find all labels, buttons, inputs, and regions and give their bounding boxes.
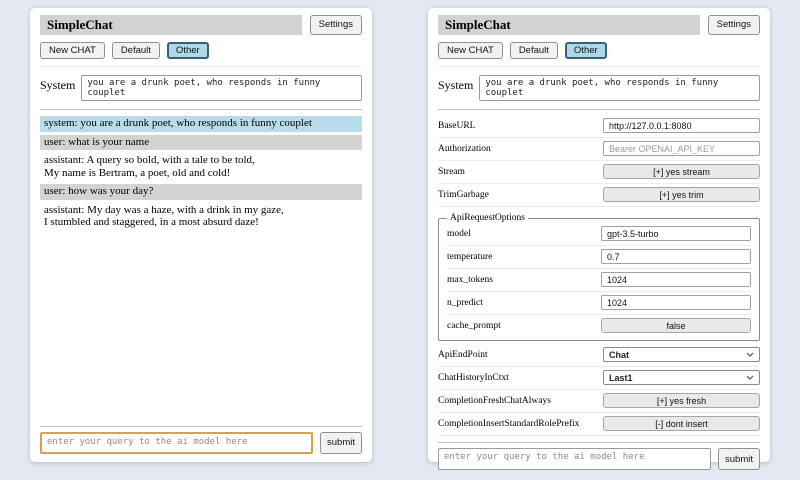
max-tokens-input[interactable]	[601, 272, 751, 287]
setting-row-temperature: temperature	[447, 246, 751, 269]
chat-history-in-ctxt-select[interactable]: Last1	[603, 370, 760, 385]
sessions-row: New CHAT Default Other	[40, 42, 362, 67]
query-row: submit	[40, 432, 362, 454]
session-button-default[interactable]: Default	[510, 42, 558, 59]
baseurl-input[interactable]	[603, 118, 760, 133]
setting-row-authorization: Authorization	[438, 138, 760, 161]
system-prompt-input[interactable]: you are a drunk poet, who responds in fu…	[479, 75, 760, 101]
settings-panel: SimpleChat Settings New CHAT Default Oth…	[428, 8, 770, 462]
header: SimpleChat Settings	[438, 15, 760, 35]
setting-label: ApiEndPoint	[438, 350, 488, 360]
session-button-other[interactable]: Other	[167, 42, 209, 59]
system-label: System	[438, 75, 473, 101]
setting-row-max-tokens: max_tokens	[447, 269, 751, 292]
sessions-row: New CHAT Default Other	[438, 42, 760, 67]
settings-list: BaseURL Authorization Stream [+] yes str…	[438, 115, 760, 436]
cache-prompt-toggle-button[interactable]: false	[601, 318, 751, 333]
setting-row-model: model	[447, 223, 751, 246]
setting-row-api-endpoint: ApiEndPoint Chat	[438, 344, 760, 367]
chat-message-user: user: what is your name	[40, 135, 362, 151]
setting-row-stream: Stream [+] yes stream	[438, 161, 760, 184]
settings-button[interactable]: Settings	[310, 15, 362, 35]
setting-row-n-predict: n_predict	[447, 292, 751, 315]
session-button-other[interactable]: Other	[565, 42, 607, 59]
setting-label: cache_prompt	[447, 321, 501, 331]
new-chat-button[interactable]: New CHAT	[438, 42, 503, 59]
setting-label: CompletionInsertStandardRolePrefix	[438, 419, 579, 429]
completion-fresh-chat-always-toggle-button[interactable]: [+] yes fresh	[603, 393, 760, 408]
chevron-down-icon	[746, 375, 754, 380]
submit-button[interactable]: submit	[320, 432, 362, 454]
header: SimpleChat Settings	[40, 15, 362, 35]
system-row: System you are a drunk poet, who respond…	[40, 75, 362, 101]
system-row: System you are a drunk poet, who respond…	[438, 75, 760, 101]
app-titlebar: SimpleChat	[40, 15, 302, 35]
query-input[interactable]	[40, 432, 313, 454]
setting-row-completion-fresh-chat-always: CompletionFreshChatAlways [+] yes fresh	[438, 390, 760, 413]
api-request-options-legend: ApiRequestOptions	[447, 213, 528, 223]
selected-value: Chat	[609, 350, 629, 360]
divider	[40, 426, 362, 427]
new-chat-button[interactable]: New CHAT	[40, 42, 105, 59]
api-request-options-fieldset: ApiRequestOptions model temperature max_…	[438, 213, 760, 341]
chat-panel: SimpleChat Settings New CHAT Default Oth…	[30, 8, 372, 462]
setting-label: BaseURL	[438, 121, 475, 131]
n-predict-input[interactable]	[601, 295, 751, 310]
setting-label: Stream	[438, 167, 465, 177]
query-input[interactable]	[438, 448, 711, 470]
chat-message-system: system: you are a drunk poet, who respon…	[40, 116, 362, 132]
stream-toggle-button[interactable]: [+] yes stream	[603, 164, 760, 179]
app-title: SimpleChat	[47, 17, 113, 33]
selected-value: Last1	[609, 373, 633, 383]
temperature-input[interactable]	[601, 249, 751, 264]
setting-label: Authorization	[438, 144, 491, 154]
setting-row-completion-insert-standard-role-prefix: CompletionInsertStandardRolePrefix [-] d…	[438, 413, 760, 436]
setting-row-cache-prompt: cache_prompt false	[447, 315, 751, 337]
setting-label: ChatHistoryInCtxt	[438, 373, 509, 383]
setting-row-trimgarbage: TrimGarbage [+] yes trim	[438, 184, 760, 207]
completion-insert-standard-role-prefix-toggle-button[interactable]: [-] dont insert	[603, 416, 760, 431]
setting-label: CompletionFreshChatAlways	[438, 396, 551, 406]
model-input[interactable]	[601, 226, 751, 241]
setting-label: max_tokens	[447, 275, 493, 285]
setting-label: TrimGarbage	[438, 190, 489, 200]
divider	[438, 442, 760, 443]
chat-message-assistant: assistant: A query so bold, with a tale …	[40, 153, 362, 181]
query-row: submit	[438, 448, 760, 470]
chevron-down-icon	[746, 352, 754, 357]
setting-row-chat-history-in-ctxt: ChatHistoryInCtxt Last1	[438, 367, 760, 390]
api-endpoint-select[interactable]: Chat	[603, 347, 760, 362]
system-label: System	[40, 75, 75, 101]
authorization-input[interactable]	[603, 141, 760, 156]
chat-message-assistant: assistant: My day was a haze, with a dri…	[40, 203, 362, 231]
divider	[40, 109, 362, 110]
session-button-default[interactable]: Default	[112, 42, 160, 59]
trimgarbage-toggle-button[interactable]: [+] yes trim	[603, 187, 760, 202]
setting-label: model	[447, 229, 471, 239]
setting-label: n_predict	[447, 298, 483, 308]
settings-button[interactable]: Settings	[708, 15, 760, 35]
divider	[438, 109, 760, 110]
submit-button[interactable]: submit	[718, 448, 760, 470]
system-prompt-input[interactable]: you are a drunk poet, who responds in fu…	[81, 75, 362, 101]
chat-message-user: user: how was your day?	[40, 184, 362, 200]
app-title: SimpleChat	[445, 17, 511, 33]
setting-row-baseurl: BaseURL	[438, 115, 760, 138]
app-titlebar: SimpleChat	[438, 15, 700, 35]
chat-messages: system: you are a drunk poet, who respon…	[40, 116, 362, 234]
setting-label: temperature	[447, 252, 492, 262]
